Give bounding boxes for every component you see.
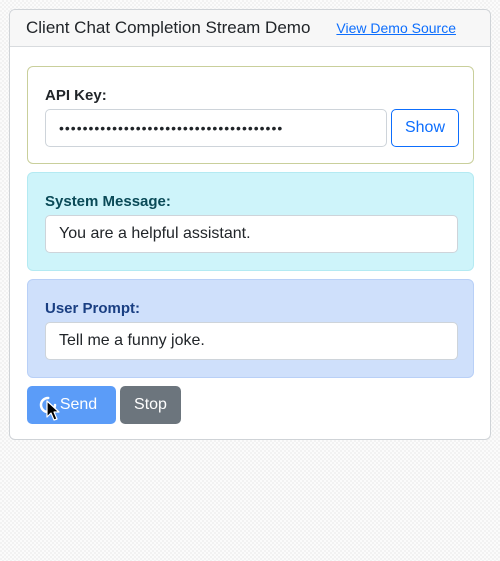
system-message-label: System Message:: [45, 193, 171, 210]
system-message-panel: System Message: You are a helpful assist…: [27, 172, 474, 271]
send-button-label: Send: [59, 396, 98, 413]
user-prompt-label: User Prompt:: [45, 300, 141, 317]
card-header: Client Chat Completion Stream Demo View …: [10, 10, 490, 47]
user-prompt-input[interactable]: Tell me a funny joke.: [45, 322, 458, 360]
api-key-panel: API Key: •••••••••••••••••••••••••••••••…: [27, 66, 474, 164]
stop-button[interactable]: Stop: [120, 386, 181, 424]
mouse-pointer-icon: [46, 400, 60, 421]
page-title: Client Chat Completion Stream Demo: [26, 18, 311, 37]
send-button[interactable]: Send: [27, 386, 116, 424]
api-key-input[interactable]: ••••••••••••••••••••••••••••••••••••••: [45, 109, 387, 147]
api-key-label: API Key:: [45, 87, 107, 104]
system-message-input[interactable]: You are a helpful assistant.: [45, 215, 458, 253]
view-source-link[interactable]: View Demo Source: [336, 20, 456, 36]
demo-card: Client Chat Completion Stream Demo View …: [9, 9, 491, 440]
user-prompt-panel: User Prompt: Tell me a funny joke.: [27, 279, 474, 378]
show-key-button[interactable]: Show: [391, 109, 459, 147]
